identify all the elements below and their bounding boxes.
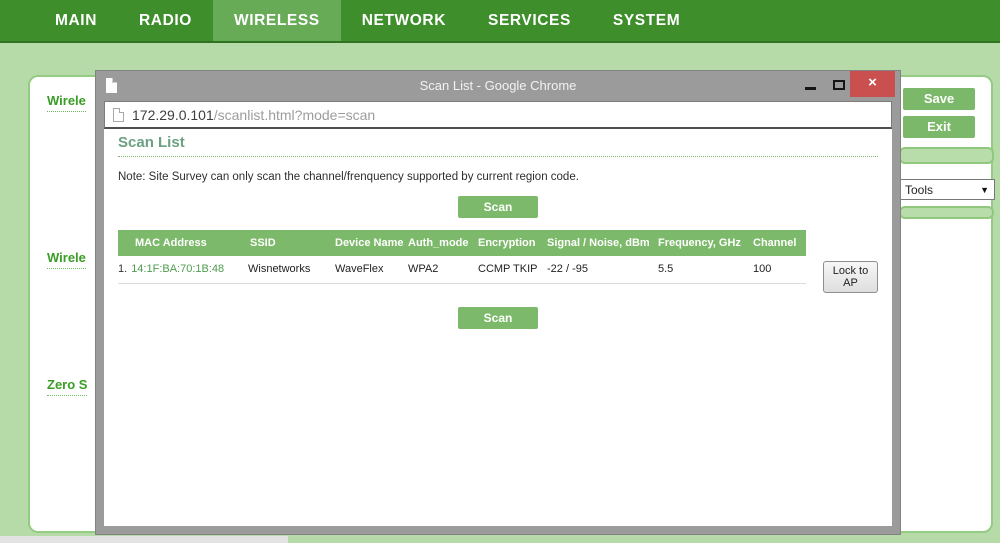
header-ssid: SSID (240, 230, 330, 256)
header-frequency: Frequency, GHz (653, 230, 748, 256)
lock-to-ap-button[interactable]: Lock to AP (823, 261, 878, 293)
header-channel: Channel (748, 230, 806, 256)
row-index: 1. (118, 263, 128, 276)
document-icon (113, 107, 124, 122)
url-bar[interactable]: 172.29.0.101/scanlist.html?mode=scan (104, 101, 892, 129)
cell-signal-noise: -22 / -95 (542, 256, 653, 284)
window-titlebar[interactable]: Scan List - Google Chrome × (96, 71, 900, 101)
top-nav: MAIN RADIO WIRELESS NETWORK SERVICES SYS… (0, 0, 1000, 43)
header-encryption: Encryption (473, 230, 542, 256)
scan-button-top[interactable]: Scan (458, 196, 538, 218)
mac-address-value: 14:1F:BA:70:1B:48 (131, 263, 225, 276)
url-path: /scanlist.html?mode=scan (213, 106, 376, 123)
window-title: Scan List - Google Chrome (419, 78, 577, 93)
nav-tab-main[interactable]: MAIN (34, 0, 118, 41)
cell-encryption: CCMP TKIP (473, 256, 542, 284)
minimize-button[interactable] (805, 87, 816, 90)
url-host: 172.29.0.101 (132, 106, 214, 123)
nav-tab-services[interactable]: SERVICES (467, 0, 592, 41)
header-auth-mode: Auth_mode (403, 230, 473, 256)
exit-button[interactable]: Exit (903, 116, 975, 138)
cell-auth-mode: WPA2 (403, 256, 473, 284)
tools-dropdown[interactable]: Tools ▼ (899, 179, 995, 200)
cell-channel: 100 (748, 256, 806, 284)
scan-note: Note: Site Survey can only scan the chan… (118, 171, 579, 183)
cell-device-name: WaveFlex (330, 256, 403, 284)
close-button[interactable]: × (850, 71, 895, 97)
maximize-button[interactable] (833, 80, 845, 90)
save-button[interactable]: Save (903, 88, 975, 110)
dropdown-arrow-icon: ▼ (980, 184, 989, 195)
cell-frequency: 5.5 (653, 256, 748, 284)
cell-mac-address: 1. 14:1F:BA:70:1B:48 (118, 256, 240, 284)
url-text: 172.29.0.101/scanlist.html?mode=scan (132, 107, 375, 123)
screen: MAIN RADIO WIRELESS NETWORK SERVICES SYS… (0, 0, 1000, 543)
header-signal-noise: Signal / Noise, dBm (542, 230, 653, 256)
table-header-row: MAC Address SSID Device Name Auth_mode E… (118, 230, 806, 256)
scan-list-page: Scan List Note: Site Survey can only sca… (104, 129, 892, 526)
nav-tab-system[interactable]: SYSTEM (592, 0, 701, 41)
sidebar-section-bar (899, 147, 994, 164)
nav-tab-radio[interactable]: RADIO (118, 0, 213, 41)
table-row: 1. 14:1F:BA:70:1B:48 Wisnetworks WaveFlex… (118, 256, 806, 284)
sidebar-section-bar-2 (899, 206, 994, 219)
bottom-strip (0, 536, 288, 543)
section-heading-wireless-1: Wirele (47, 93, 86, 112)
header-mac-address: MAC Address (118, 230, 240, 256)
tools-dropdown-value: Tools (905, 182, 934, 197)
cell-ssid: Wisnetworks (240, 256, 330, 284)
scan-results-table: MAC Address SSID Device Name Auth_mode E… (118, 230, 806, 284)
scan-button-bottom[interactable]: Scan (458, 306, 538, 329)
nav-tab-wireless[interactable]: WIRELESS (212, 0, 341, 41)
header-device-name: Device Name (330, 230, 403, 256)
section-heading-zero: Zero S (47, 377, 88, 396)
scan-list-window: Scan List - Google Chrome × 172.29.0.101… (95, 70, 901, 535)
section-heading-wireless-2: Wirele (47, 250, 86, 269)
page-title: Scan List (118, 134, 878, 157)
scan-results-area: MAC Address SSID Device Name Auth_mode E… (118, 230, 878, 293)
nav-tab-network[interactable]: NETWORK (341, 0, 467, 41)
